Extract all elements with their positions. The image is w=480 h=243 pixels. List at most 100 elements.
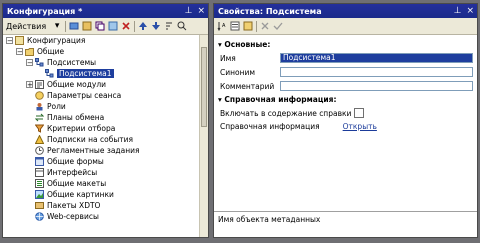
tree-node-subsystem1[interactable]: Подсистема1	[45, 68, 114, 79]
tree-node-common-templates[interactable]: Общие макеты	[35, 178, 106, 189]
tree-node-subsystems[interactable]: − Подсистемы	[26, 57, 96, 68]
job-icon	[35, 146, 44, 155]
copy-icon[interactable]	[95, 21, 105, 31]
tree-label: Подписки на события	[47, 135, 134, 144]
folder-icon	[25, 47, 34, 56]
edit-icon[interactable]	[108, 21, 118, 31]
tree-label: Общие формы	[47, 157, 104, 166]
webservice-icon	[35, 212, 44, 221]
close-icon[interactable]: ×	[197, 5, 205, 17]
toolbar-separator	[65, 20, 67, 32]
cancel-icon[interactable]	[260, 21, 270, 31]
tree-node-session-params[interactable]: Параметры сеанса	[35, 90, 121, 101]
categorized-icon[interactable]	[230, 21, 240, 31]
tree-label: Общие	[37, 47, 65, 56]
session-icon	[35, 91, 44, 100]
tree-label: Интерфейсы	[47, 168, 98, 177]
expand-icon[interactable]: +	[26, 81, 33, 89]
toolbar-separator	[256, 20, 257, 32]
configuration-toolbar: Действия ▾	[3, 18, 208, 35]
tree-node-roles[interactable]: Роли	[35, 101, 66, 112]
configuration-title: Конфигурация *	[7, 6, 83, 16]
tree-node-common-forms[interactable]: Общие формы	[35, 156, 104, 167]
open-help-link[interactable]: Открыть	[343, 122, 377, 131]
property-label-synonym: Синоним	[220, 67, 256, 77]
tree-label: Регламентные задания	[47, 146, 140, 155]
collapse-icon[interactable]: −	[26, 59, 33, 67]
tree-label: Web-сервисы	[47, 212, 99, 221]
add-group-icon[interactable]	[82, 21, 92, 31]
property-pages-icon[interactable]	[243, 21, 253, 31]
property-label-comment: Комментарий	[220, 81, 275, 91]
properties-title: Свойства: Подсистема	[218, 6, 322, 16]
picture-icon	[35, 190, 44, 199]
tree-node-common-pictures[interactable]: Общие картинки	[35, 189, 114, 200]
collapse-icon[interactable]: −	[6, 37, 13, 45]
section-reference[interactable]: ▾ Справочная информация:	[218, 95, 336, 104]
role-icon	[35, 102, 44, 111]
comment-field[interactable]	[280, 81, 473, 91]
subscription-icon	[34, 134, 45, 144]
property-row-name: Имя Подсистема1	[220, 52, 473, 64]
actions-dropdown-icon[interactable]: ▾	[52, 21, 62, 31]
property-description-text: Имя объекта метаданных	[218, 215, 321, 224]
tree-node-scheduled-jobs[interactable]: Регламентные задания	[35, 145, 140, 156]
tree-node-xdto-packages[interactable]: Пакеты XDTO	[35, 200, 100, 211]
tree-node-event-subscriptions[interactable]: Подписки на события	[34, 134, 134, 145]
tree-node-common[interactable]: − Общие	[16, 46, 64, 57]
tree-node-common-modules[interactable]: + Общие модули	[26, 79, 106, 90]
tree-node-exchange-plans[interactable]: Планы обмена	[34, 112, 105, 123]
tree-label: Роли	[47, 102, 66, 111]
property-description: Имя объекта метаданных	[214, 211, 477, 237]
move-down-icon[interactable]	[151, 21, 161, 31]
synonym-field[interactable]	[280, 67, 473, 77]
configuration-title-bar: Конфигурация * ⊥ ×	[3, 4, 208, 18]
help-label: Справочная информация	[220, 121, 320, 131]
tree-label-selected: Подсистема1	[57, 69, 114, 78]
name-field[interactable]: Подсистема1	[280, 53, 473, 63]
xdto-icon	[35, 201, 44, 210]
tree-label: Планы обмена	[47, 113, 105, 122]
tree-node-web-services[interactable]: Web-сервисы	[35, 211, 99, 222]
section-collapse-icon[interactable]: ▾	[218, 95, 222, 104]
section-collapse-icon[interactable]: ▾	[218, 40, 222, 49]
tree-node-configuration[interactable]: − Конфигурация	[6, 35, 85, 46]
tree-label: Пакеты XDTO	[47, 201, 101, 210]
find-icon[interactable]	[177, 21, 187, 31]
section-main[interactable]: ▾ Основные:	[218, 40, 270, 49]
pin-icon[interactable]: ⊥	[454, 5, 462, 17]
delete-icon[interactable]	[121, 21, 131, 31]
move-up-icon[interactable]	[138, 21, 148, 31]
properties-toolbar: A	[214, 18, 477, 35]
subsystem-icon	[35, 58, 44, 67]
add-icon[interactable]	[69, 21, 79, 31]
close-icon[interactable]: ×	[466, 5, 474, 17]
property-row-synonym: Синоним	[220, 66, 473, 78]
filter-icon	[34, 124, 45, 133]
tree-node-filter-criteria[interactable]: Критерии отбора	[34, 123, 116, 134]
tree-scrollbar[interactable]	[199, 35, 208, 237]
toolbar-separator	[134, 20, 136, 32]
tree-label: Подсистемы	[47, 58, 97, 67]
pin-icon[interactable]: ⊥	[185, 5, 193, 17]
template-icon	[35, 179, 44, 188]
configuration-panel: Конфигурация * ⊥ × Действия ▾ − Конфигур…	[2, 3, 209, 238]
property-row-include-help: Включать в содержание справки	[220, 107, 473, 119]
scrollbar-thumb[interactable]	[201, 47, 207, 127]
tree-label: Общие картинки	[47, 190, 114, 199]
tree-label: Критерии отбора	[47, 124, 116, 133]
tree-label: Общие модули	[47, 80, 107, 89]
apply-icon[interactable]	[273, 21, 283, 31]
tree-node-interfaces[interactable]: Интерфейсы	[35, 167, 97, 178]
metadata-tree[interactable]: − Конфигурация − Общие − Подсистемы Подс…	[3, 35, 200, 237]
properties-title-bar: Свойства: Подсистема ⊥ ×	[214, 4, 477, 18]
actions-menu[interactable]: Действия	[6, 22, 49, 31]
include-help-checkbox[interactable]	[354, 108, 365, 118]
sort-alpha-icon[interactable]: A	[217, 21, 227, 31]
tree-label: Общие макеты	[47, 179, 107, 188]
collapse-icon[interactable]: −	[16, 48, 23, 56]
sort-icon[interactable]	[164, 21, 174, 31]
form-icon	[35, 157, 44, 166]
subsystem-icon	[45, 69, 54, 78]
interface-icon	[35, 168, 44, 177]
